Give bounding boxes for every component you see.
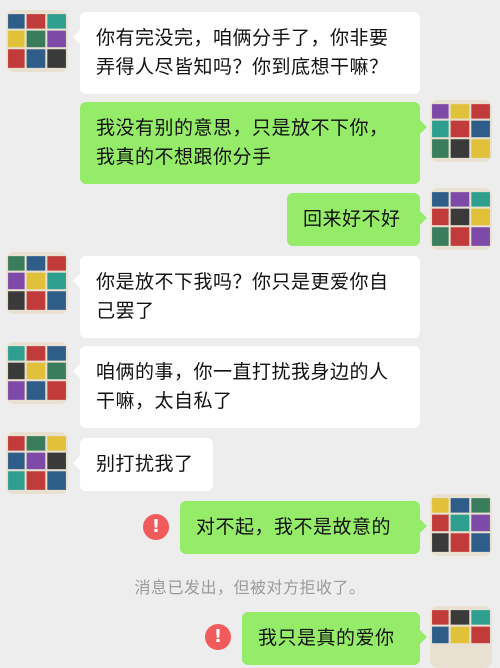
contact-avatar[interactable] [6, 432, 68, 494]
mosaic-avatar-icon [6, 342, 68, 404]
mosaic-avatar-icon [430, 188, 492, 250]
outgoing-message[interactable]: 对不起，我不是故意的 [180, 501, 427, 554]
incoming-message[interactable]: 你是放不下我吗？你只是更爱你自己罢了 [73, 256, 420, 338]
my-avatar[interactable] [430, 100, 492, 162]
incoming-message[interactable]: 咱俩的事，你一直打扰我身边的人干嘛，太自私了 [73, 346, 420, 428]
rejected-notice: 消息已发出，但被对方拒收了。 [134, 578, 366, 597]
my-avatar[interactable] [430, 188, 492, 250]
mosaic-avatar-icon [430, 494, 492, 556]
my-avatar[interactable] [430, 494, 492, 556]
send-failed-icon[interactable]: ! [205, 624, 231, 650]
mosaic-avatar-icon [430, 606, 492, 668]
contact-avatar[interactable] [6, 10, 68, 72]
mosaic-avatar-icon [6, 10, 68, 72]
outgoing-message[interactable]: 回来好不好 [287, 193, 427, 246]
mosaic-avatar-icon [6, 252, 68, 314]
mosaic-avatar-icon [430, 100, 492, 162]
my-avatar[interactable] [430, 606, 492, 668]
send-failed-icon[interactable]: ! [143, 514, 169, 540]
incoming-message[interactable]: 你有完没完，咱俩分手了，你非要弄得人尽皆知吗？你到底想干嘛？ [73, 12, 420, 94]
mosaic-avatar-icon [6, 432, 68, 494]
outgoing-message[interactable]: 我只是真的爱你 [242, 612, 427, 665]
contact-avatar[interactable] [6, 342, 68, 404]
incoming-message[interactable]: 别打扰我了 [73, 438, 213, 491]
contact-avatar[interactable] [6, 252, 68, 314]
outgoing-message[interactable]: 我没有别的意思，只是放不下你，我真的不想跟你分手 [80, 102, 427, 184]
